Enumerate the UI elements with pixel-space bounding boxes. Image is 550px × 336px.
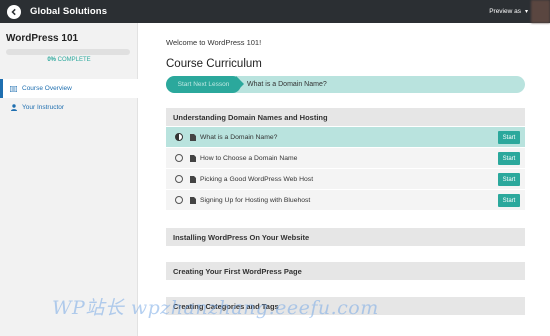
lesson-title[interactable]: What is a Domain Name? xyxy=(200,134,277,141)
welcome-message: Welcome to WordPress 101! xyxy=(166,38,262,47)
next-lesson-arrow xyxy=(236,76,244,92)
watermark: WP站长 wpzhanzhang.eeefu.com xyxy=(52,297,379,319)
lesson-title[interactable]: Picking a Good WordPress Web Host xyxy=(200,176,313,183)
lesson-row[interactable]: What is a Domain Name? Start xyxy=(166,126,525,147)
progress-text: 0% COMPLETE xyxy=(0,57,138,63)
start-lesson-button[interactable]: Start xyxy=(498,173,520,186)
progress-bar xyxy=(6,49,130,55)
document-icon xyxy=(190,175,196,183)
next-lesson-bar: Start Next Lesson What is a Domain Name? xyxy=(166,76,525,93)
lesson-row[interactable]: Picking a Good WordPress Web Host Start xyxy=(166,168,525,189)
start-lesson-button[interactable]: Start xyxy=(498,131,520,144)
not-started-icon xyxy=(175,175,183,183)
start-lesson-button[interactable]: Start xyxy=(498,194,520,207)
course-title: WordPress 101 xyxy=(6,33,79,44)
curriculum-section: Creating Your First WordPress Page xyxy=(166,262,525,280)
document-icon xyxy=(190,154,196,162)
curriculum-section: Understanding Domain Names and Hosting W… xyxy=(166,108,525,210)
lesson-row[interactable]: Signing Up for Hosting with Bluehost Sta… xyxy=(166,189,525,210)
sidebar-item-label: Your Instructor xyxy=(22,104,65,111)
sidebar-nav: Course Overview Your Instructor xyxy=(0,79,138,117)
not-started-icon xyxy=(175,154,183,162)
document-icon xyxy=(190,196,196,204)
lesson-title[interactable]: Signing Up for Hosting with Bluehost xyxy=(200,197,310,204)
preview-as-dropdown[interactable]: Preview as ▾ xyxy=(489,0,528,23)
curriculum-section: Installing WordPress On Your Website xyxy=(166,228,525,246)
list-icon xyxy=(10,85,17,92)
section-header[interactable]: Understanding Domain Names and Hosting xyxy=(166,108,525,126)
chevron-down-icon: ▾ xyxy=(524,9,528,15)
avatar[interactable] xyxy=(531,0,550,23)
sidebar-item-label: Course Overview xyxy=(22,85,72,92)
not-started-icon xyxy=(175,196,183,204)
curriculum-title: Course Curriculum xyxy=(166,58,262,70)
in-progress-icon xyxy=(175,133,183,141)
progress-suffix: COMPLETE xyxy=(55,57,91,63)
back-arrow-icon[interactable] xyxy=(7,4,21,19)
user-icon xyxy=(10,104,17,111)
sidebar-item-your-instructor[interactable]: Your Instructor xyxy=(0,98,138,117)
preview-as-label: Preview as xyxy=(489,8,521,15)
section-header[interactable]: Creating Your First WordPress Page xyxy=(166,262,525,280)
next-lesson-title[interactable]: What is a Domain Name? xyxy=(247,76,327,93)
sidebar-item-course-overview[interactable]: Course Overview xyxy=(0,79,138,98)
document-icon xyxy=(190,133,196,141)
lesson-row[interactable]: How to Choose a Domain Name Start xyxy=(166,147,525,168)
brand-name[interactable]: Global Solutions xyxy=(30,6,107,17)
start-lesson-button[interactable]: Start xyxy=(498,152,520,165)
start-next-lesson-button[interactable]: Start Next Lesson xyxy=(166,76,241,93)
lesson-title[interactable]: How to Choose a Domain Name xyxy=(200,155,297,162)
section-header[interactable]: Installing WordPress On Your Website xyxy=(166,228,525,246)
top-bar: Global Solutions Preview as ▾ xyxy=(0,0,550,23)
progress-value: 0% xyxy=(47,57,56,63)
sidebar: WordPress 101 0% COMPLETE Course Overvie… xyxy=(0,23,138,336)
